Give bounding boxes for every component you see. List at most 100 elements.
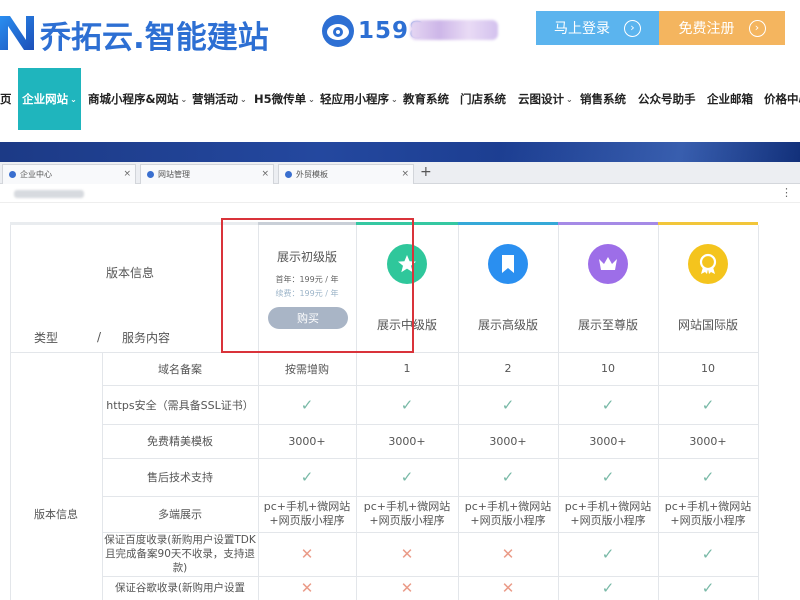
column-topline <box>10 222 258 225</box>
check-icon: ✓ <box>501 395 515 414</box>
login-label: 马上登录 <box>554 21 610 37</box>
site-icon <box>147 171 154 178</box>
arrow-right-icon: › <box>748 19 766 37</box>
column-topline <box>356 222 458 225</box>
row-label: https安全（需具备SSL证书） <box>106 398 254 412</box>
table-cell: 1 <box>403 362 411 375</box>
table-cell: 按需增购 <box>285 362 329 376</box>
plan-international-name: 网站国际版 <box>677 318 738 332</box>
plan-premium-name: 展示至尊版 <box>577 318 638 332</box>
row-label: 域名备案 <box>158 362 202 376</box>
cross-icon: ✕ <box>300 545 314 563</box>
site-header: 乔拓云.智能建站 1598 马上登录 › 免费注册 › <box>0 0 800 62</box>
nav-label: H5微传单 <box>254 92 307 106</box>
chevron-down-icon: ⌄ <box>308 94 315 104</box>
nav-item-education[interactable]: 教育系统 <box>403 68 449 130</box>
address-bar: ⋮ <box>0 185 800 203</box>
check-icon: ✓ <box>501 468 515 486</box>
nav-item-wechat-helper[interactable]: 公众号助手 <box>638 68 696 130</box>
plan-intermediate-name: 展示中级版 <box>376 318 437 332</box>
tab-foreign-trade-templates[interactable]: 外贸模板 × <box>278 164 414 184</box>
close-icon[interactable]: × <box>401 169 409 179</box>
column-topline <box>558 222 658 225</box>
nav-label: 商城小程序&网站 <box>88 92 179 106</box>
check-icon: ✓ <box>601 545 615 563</box>
nav-label: 轻应用小程序 <box>320 92 389 106</box>
table-cell: pc+手机+微网站+网页版小程序 <box>564 500 652 527</box>
nav-item-pricing[interactable]: 价格中心 <box>764 68 800 130</box>
nav-item-light-app[interactable]: 轻应用小程序 ⌄ <box>320 68 398 130</box>
nav-item-h5[interactable]: H5微传单 ⌄ <box>254 68 315 130</box>
tab-enterprise-center[interactable]: 企业中心 × <box>2 164 136 184</box>
tab-site-management[interactable]: 网站管理 × <box>140 164 274 184</box>
nav-item-sales[interactable]: 销售系统 <box>580 68 626 130</box>
site-icon <box>9 171 16 178</box>
nav-item-store[interactable]: 门店系统 <box>460 68 506 130</box>
nav-label: 企业邮箱 <box>707 92 753 106</box>
header-slash: / <box>96 330 102 344</box>
check-icon: ✓ <box>400 468 414 486</box>
bookmark-icon <box>488 244 528 284</box>
plan-basic-renew-price: 续费：199元 / 年 <box>275 289 339 298</box>
nav-label: 云图设计 <box>518 92 564 106</box>
table-cell: 3000+ <box>489 434 527 448</box>
nav-label: 教育系统 <box>403 92 449 106</box>
row-label: 保证谷歌收录(新购用户设置 <box>114 582 246 594</box>
nav-item-enterprise-site[interactable]: 企业网站 ⌄ <box>18 68 81 130</box>
nav-label: 企业网站 <box>22 92 69 106</box>
cross-icon: ✕ <box>400 545 414 563</box>
plan-basic-first-year-price: 首年：199元 / 年 <box>275 275 339 284</box>
close-icon[interactable]: × <box>261 169 269 179</box>
cross-icon: ✕ <box>501 579 515 597</box>
nav-item-cloud-design[interactable]: 云图设计 ⌄ <box>518 68 573 130</box>
chevron-down-icon: ⌄ <box>391 94 398 104</box>
nav-item-marketing[interactable]: 营销活动 ⌄ <box>192 68 247 130</box>
nav-item-home[interactable]: 页 <box>0 68 12 130</box>
grid-line <box>10 225 11 600</box>
table-cell: pc+手机+微网站+网页版小程序 <box>464 500 552 527</box>
cross-icon: ✕ <box>300 579 314 597</box>
address-blurred <box>14 190 84 198</box>
grid-line <box>758 225 759 600</box>
check-icon: ✓ <box>300 395 314 414</box>
buy-button[interactable]: 购买 <box>268 307 348 329</box>
main-nav: 页 企业网站 ⌄ 商城小程序&网站 ⌄ 营销活动 ⌄ H5微传单 ⌄ 轻应用小程序 ⌄ 教… <box>0 68 800 130</box>
check-icon: ✓ <box>701 545 715 563</box>
banner-strip <box>0 142 800 162</box>
close-icon[interactable]: × <box>123 169 131 179</box>
tab-label: 企业中心 <box>20 170 52 179</box>
chevron-down-icon: ⌄ <box>180 94 188 104</box>
column-topline <box>458 222 558 225</box>
table-cell: 3000+ <box>288 434 326 448</box>
star-icon <box>387 244 427 284</box>
check-icon: ✓ <box>701 395 715 414</box>
check-icon: ✓ <box>701 579 715 597</box>
logo-text[interactable]: 乔拓云.智能建站 <box>40 12 269 57</box>
check-icon: ✓ <box>601 579 615 597</box>
register-button[interactable]: 免费注册 › <box>659 11 785 45</box>
cross-icon: ✕ <box>400 579 414 597</box>
site-icon <box>285 171 292 178</box>
register-label: 免费注册 <box>678 21 735 37</box>
nav-item-email[interactable]: 企业邮箱 <box>707 68 753 130</box>
row-label: 多端展示 <box>158 508 202 521</box>
chevron-down-icon: ⌄ <box>566 94 573 104</box>
nav-item-mall[interactable]: 商城小程序&网站 ⌄ <box>88 68 187 130</box>
column-topline <box>258 222 356 225</box>
group-version-info-label: 版本信息 <box>34 508 78 521</box>
nav-label: 门店系统 <box>460 92 506 106</box>
more-menu-icon[interactable]: ⋮ <box>781 186 792 199</box>
login-button[interactable]: 马上登录 › <box>536 11 659 45</box>
check-icon: ✓ <box>601 468 615 486</box>
new-tab-button[interactable]: + <box>420 164 432 180</box>
nav-label: 公众号助手 <box>638 92 696 106</box>
nav-label: 营销活动 <box>192 92 238 106</box>
row-label: 售后技术支持 <box>147 471 213 484</box>
banner-highlight <box>500 142 800 162</box>
logo-icon <box>0 16 34 50</box>
row-label: 免费精美模板 <box>147 435 213 448</box>
plan-advanced-name: 展示高级版 <box>477 318 538 332</box>
page: 乔拓云.智能建站 1598 马上登录 › 免费注册 › 页 企业网站 ⌄ 商城小程… <box>0 0 800 600</box>
chevron-down-icon: ⌄ <box>240 94 247 104</box>
arrow-right-icon: › <box>624 19 641 37</box>
